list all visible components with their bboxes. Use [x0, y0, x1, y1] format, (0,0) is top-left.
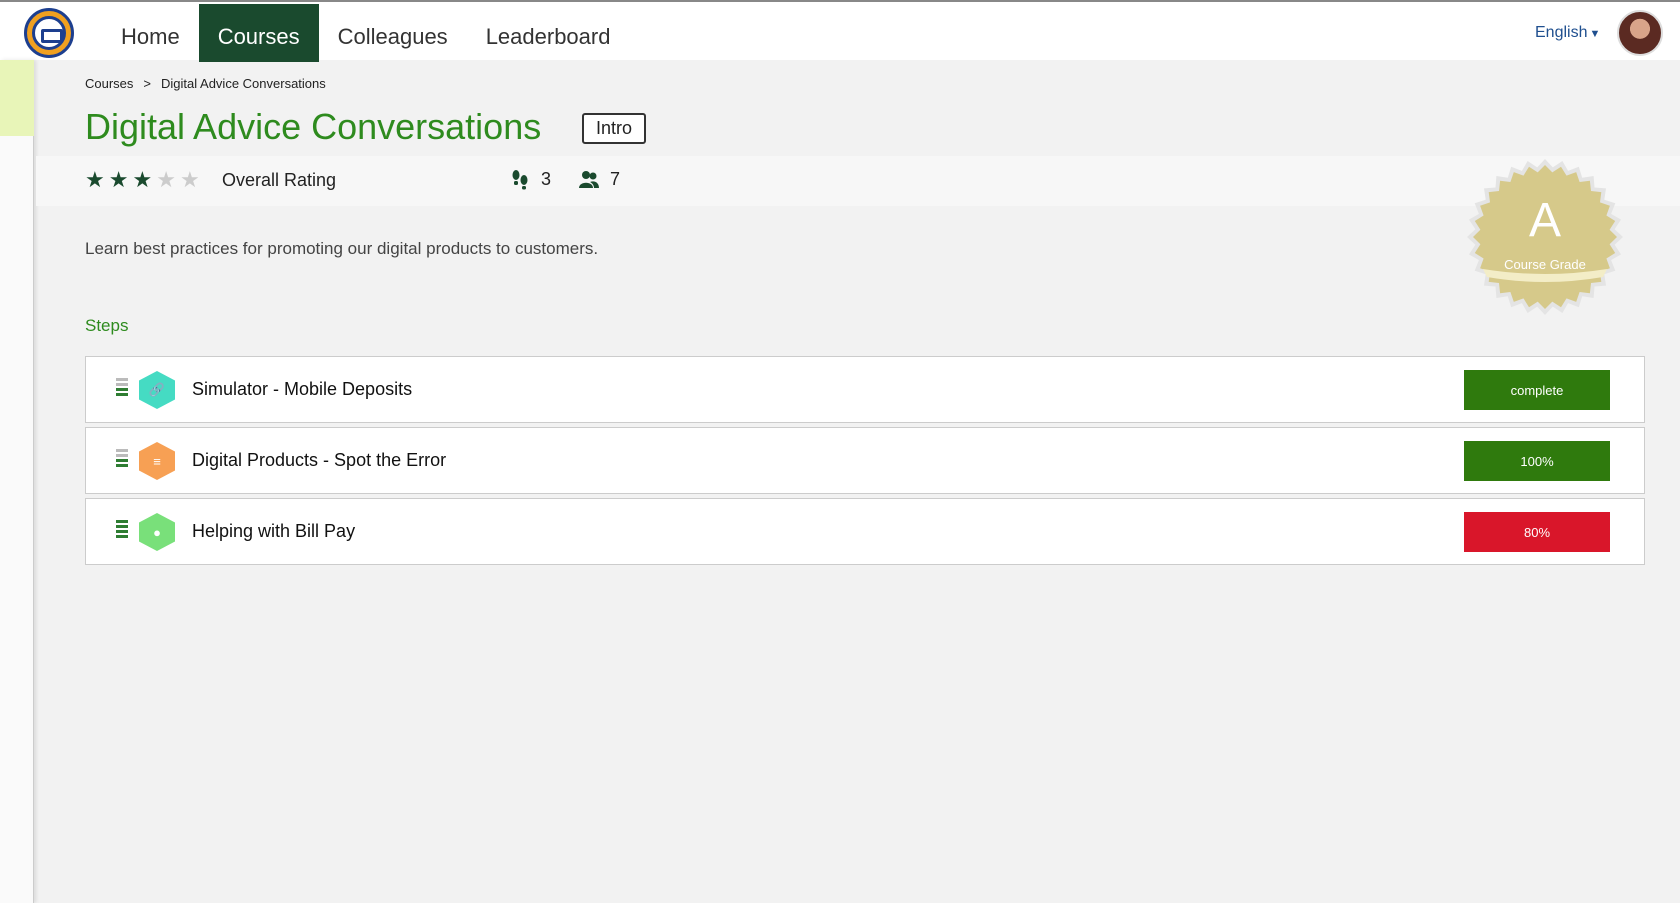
difficulty-bars-icon: [116, 378, 128, 396]
document-icon: ≡: [139, 442, 175, 480]
nav-colleagues[interactable]: Colleagues: [319, 4, 467, 62]
top-nav-bar: Home Courses Colleagues Leaderboard Engl…: [0, 0, 1680, 62]
star-icon: ★: [132, 167, 153, 192]
step-status-button[interactable]: complete: [1464, 370, 1610, 410]
rating-bar: ★ ★ ★ ★ ★ Overall Rating 3 7: [36, 156, 1680, 206]
footsteps-icon: [512, 170, 528, 190]
star-icon: ★: [179, 167, 200, 192]
step-status-button[interactable]: 80%: [1464, 512, 1610, 552]
breadcrumb-courses[interactable]: Courses: [85, 76, 133, 91]
star-rating: ★ ★ ★ ★ ★: [85, 168, 200, 192]
user-avatar[interactable]: [1617, 10, 1663, 56]
nav-courses[interactable]: Courses: [198, 4, 319, 62]
steps-heading: Steps: [85, 316, 129, 335]
rating-label: Overall Rating: [222, 170, 337, 190]
star-icon: ★: [85, 167, 105, 192]
step-status-button[interactable]: 100%: [1464, 441, 1610, 481]
caret-down-icon: ▼: [1589, 28, 1601, 40]
step-row[interactable]: ≡ Digital Products - Spot the Error 100%: [85, 427, 1645, 494]
role-play-icon: ●: [139, 513, 175, 551]
participants-count: 7: [610, 168, 621, 189]
main-nav: Home Courses Colleagues Leaderboard: [102, 4, 629, 62]
grade-label: Course Grade: [1504, 257, 1586, 272]
participants-stat: 7: [578, 168, 620, 190]
people-icon: [579, 171, 599, 188]
step-title[interactable]: Simulator - Mobile Deposits: [192, 379, 412, 400]
left-sidebar: [0, 60, 34, 903]
step-row[interactable]: ● Helping with Bill Pay 80%: [85, 498, 1645, 565]
app-logo[interactable]: [24, 8, 74, 58]
star-icon: ★: [156, 167, 176, 192]
course-description: Learn best practices for promoting our d…: [85, 239, 599, 258]
breadcrumb: Courses > Digital Advice Conversations: [85, 76, 326, 91]
step-row[interactable]: 🔗 Simulator - Mobile Deposits complete: [85, 356, 1645, 423]
star-icon: ★: [108, 167, 129, 192]
nav-leaderboard[interactable]: Leaderboard: [467, 4, 630, 62]
difficulty-bars-icon: [116, 520, 128, 538]
step-title[interactable]: Digital Products - Spot the Error: [192, 450, 446, 471]
language-selector[interactable]: English ▼: [1535, 24, 1600, 42]
course-grade-seal: A Course Grade: [1465, 157, 1625, 317]
steps-count: 3: [541, 168, 552, 189]
level-badge: Intro: [582, 113, 647, 144]
language-label: English: [1535, 24, 1588, 41]
nav-home[interactable]: Home: [102, 4, 199, 62]
breadcrumb-current: Digital Advice Conversations: [161, 76, 326, 91]
grade-letter: A: [1528, 194, 1561, 247]
steps-stat: 3: [509, 168, 551, 190]
page-title: Digital Advice Conversations: [85, 106, 542, 147]
link-icon: 🔗: [139, 371, 175, 409]
step-title[interactable]: Helping with Bill Pay: [192, 521, 355, 542]
difficulty-bars-icon: [116, 449, 128, 467]
breadcrumb-separator: >: [143, 76, 152, 91]
sidebar-tab[interactable]: [0, 60, 34, 136]
